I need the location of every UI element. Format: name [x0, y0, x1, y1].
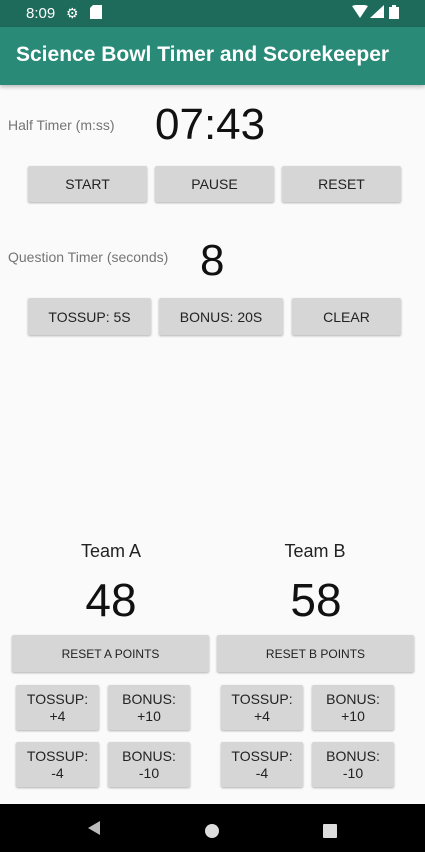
team-a-bonus-plus-button[interactable]: BONUS: +10	[108, 685, 190, 730]
half-pause-button[interactable]: PAUSE	[155, 166, 274, 202]
half-start-button[interactable]: START	[28, 166, 147, 202]
status-bar: 8:09 ⚙	[0, 0, 425, 27]
status-time: 8:09	[26, 5, 56, 22]
signal-icon	[370, 5, 384, 21]
team-b-tossup-plus-button[interactable]: TOSSUP: +4	[221, 685, 303, 730]
half-reset-button[interactable]: RESET	[282, 166, 401, 202]
battery-icon	[389, 5, 399, 22]
question-timer-label: Question Timer (seconds)	[8, 249, 169, 265]
team-a-bonus-minus-button[interactable]: BONUS: -10	[108, 742, 190, 787]
app-title: Science Bowl Timer and Scorekeeper	[16, 43, 390, 66]
half-timer-label: Half Timer (m:ss)	[8, 117, 115, 133]
team-b-tossup-minus-button[interactable]: TOSSUP: -4	[221, 742, 303, 787]
reset-a-points-button[interactable]: RESET A POINTS	[12, 635, 209, 672]
team-a-name: Team A	[80, 541, 142, 561]
team-a-tossup-plus-button[interactable]: TOSSUP: +4	[16, 685, 99, 730]
reset-b-points-button[interactable]: RESET B POINTS	[217, 635, 414, 672]
question-timer-value: 8	[200, 236, 225, 285]
home-icon[interactable]	[205, 824, 219, 838]
half-timer-value: 07:43	[155, 100, 266, 149]
gear-icon: ⚙	[66, 5, 79, 21]
navigation-bar	[0, 804, 425, 852]
tossup-5s-button[interactable]: TOSSUP: 5S	[28, 298, 151, 335]
wifi-icon	[352, 4, 368, 21]
app-bar: Science Bowl Timer and Scorekeeper	[0, 27, 425, 85]
team-a-score: 48	[85, 574, 137, 626]
team-b-score: 58	[290, 574, 342, 626]
team-b-bonus-plus-button[interactable]: BONUS: +10	[312, 685, 394, 730]
bonus-20s-button[interactable]: BONUS: 20S	[159, 298, 283, 335]
team-b-name: Team B	[284, 541, 346, 561]
team-b-bonus-minus-button[interactable]: BONUS: -10	[312, 742, 394, 787]
team-a-tossup-minus-button[interactable]: TOSSUP: -4	[16, 742, 99, 787]
recent-apps-icon[interactable]	[323, 824, 337, 838]
sd-card-icon	[90, 5, 102, 22]
clear-button[interactable]: CLEAR	[292, 298, 401, 335]
back-icon[interactable]	[88, 821, 100, 835]
